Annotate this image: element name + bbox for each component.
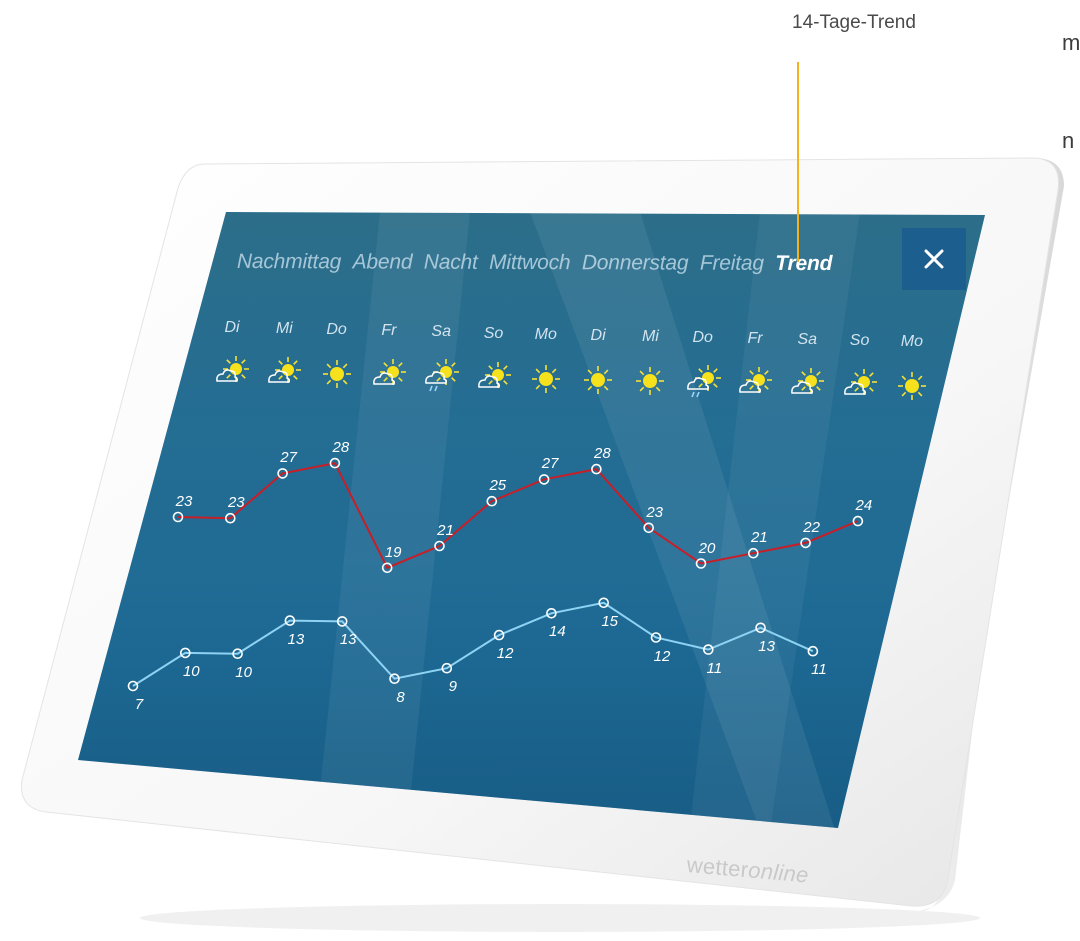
min-temperature-label: 13 bbox=[758, 637, 775, 655]
min-temperature-label: 12 bbox=[496, 645, 514, 663]
min-temperature-label: 9 bbox=[448, 678, 457, 696]
min-temperature-label: 10 bbox=[182, 662, 200, 680]
min-temperature-label: 12 bbox=[653, 647, 671, 665]
min-temperature-label: 13 bbox=[339, 631, 357, 649]
max-temperature-label: 20 bbox=[698, 539, 716, 557]
min-temperature-label: 15 bbox=[601, 612, 619, 630]
max-temperature-line bbox=[177, 461, 859, 570]
max-temperature-label: 21 bbox=[750, 529, 768, 547]
callout-line bbox=[797, 62, 799, 262]
max-temperature-label: 27 bbox=[280, 449, 297, 467]
min-temperature-label: 11 bbox=[706, 659, 723, 677]
max-temperature-label: 21 bbox=[437, 522, 454, 539]
max-temperature-label: 28 bbox=[594, 445, 611, 463]
min-temperature-label: 7 bbox=[134, 696, 144, 713]
max-temperature-label: 28 bbox=[332, 439, 350, 457]
min-temperature-label: 14 bbox=[549, 623, 566, 641]
min-temperature-label: 13 bbox=[287, 630, 305, 648]
max-temperature-label: 24 bbox=[855, 497, 873, 515]
max-temperature-label: 25 bbox=[489, 477, 507, 495]
max-temperature-label: 22 bbox=[803, 518, 820, 536]
brand-prefix: wetter bbox=[685, 852, 750, 883]
min-temperature-label: 10 bbox=[235, 663, 252, 681]
max-temperature-label: 27 bbox=[541, 455, 559, 473]
product-photo: m n 14-Tage-Trend Nachmittag Abend Nacht… bbox=[0, 0, 1080, 941]
brand-suffix: online bbox=[747, 857, 810, 888]
max-temperature-label: 23 bbox=[646, 503, 664, 521]
max-temperature-label: 19 bbox=[384, 543, 402, 561]
max-temperature-label: 23 bbox=[175, 493, 193, 510]
max-temperature-label: 23 bbox=[227, 494, 245, 512]
min-temperature-label: 11 bbox=[811, 661, 827, 679]
min-temperature-label: 8 bbox=[396, 688, 405, 706]
